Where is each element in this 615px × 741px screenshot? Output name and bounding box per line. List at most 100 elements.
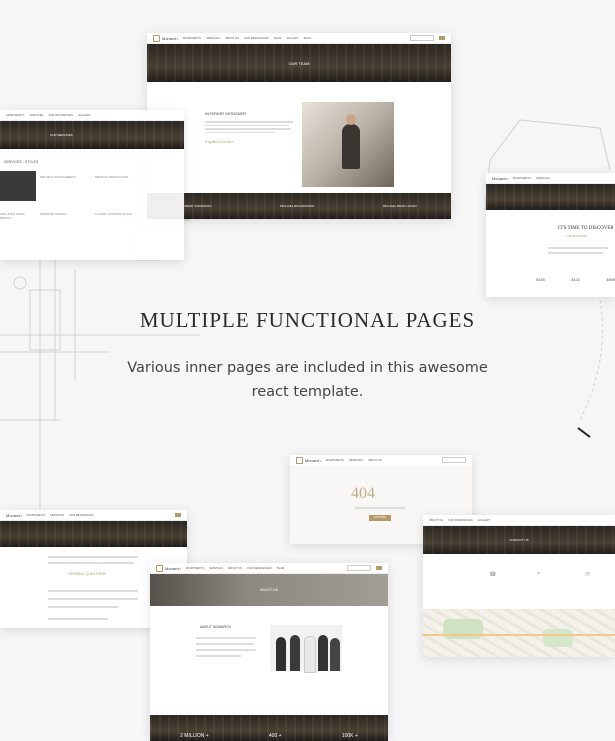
preview-team-page[interactable]: Monarch APARTMENTS SERVICES ABOUT US OUR… bbox=[147, 33, 451, 219]
nav-item: APARTMENTS bbox=[26, 513, 46, 517]
nav-item: ABOUT US bbox=[429, 518, 444, 522]
brand-name: Monarch bbox=[162, 35, 178, 41]
page-banner: ABOUT US bbox=[150, 574, 388, 606]
nav-item: SERVICES bbox=[206, 36, 220, 40]
brand-logo: Monarch bbox=[296, 456, 321, 464]
nav-item: ABOUT US bbox=[224, 36, 239, 40]
stat-item: MICHAEL BRAD LOGAN bbox=[382, 204, 417, 208]
search-button bbox=[175, 513, 181, 517]
nav-item: OUR RESIDENCES bbox=[243, 36, 269, 40]
service-item: PROJECT MANAGEMENT bbox=[40, 175, 77, 179]
search-button bbox=[376, 566, 382, 570]
phone-icon: ☎ bbox=[489, 572, 497, 578]
preview-nav: ABOUT US OUR RESIDENCES GALLERY bbox=[423, 515, 615, 526]
stat-item: ROBERT ANDERSON bbox=[181, 204, 212, 208]
nav-item: OUR RESIDENCES bbox=[68, 513, 94, 517]
brand-name: Monarch bbox=[165, 565, 181, 571]
go-home-button: GO HOME bbox=[369, 515, 391, 521]
search-input bbox=[410, 35, 434, 41]
search-button bbox=[439, 36, 445, 40]
map bbox=[423, 609, 615, 657]
brand-logo: Monarch bbox=[156, 564, 181, 572]
coming-subtitle: THE BUILDING bbox=[566, 234, 588, 238]
nav-item: APARTMENTS bbox=[6, 113, 25, 117]
preview-nav: Monarch APARTMENTS SERVICES ABOUT US OUR… bbox=[147, 33, 451, 44]
nav-item: SERVICES bbox=[50, 513, 64, 517]
nav-item: GALLERY bbox=[286, 36, 299, 40]
service-item: ARCHITECTURAL DESIGN bbox=[0, 212, 26, 220]
nav-item: APARTMENTS bbox=[512, 176, 532, 180]
preview-nav: APARTMENTS SERVICES OUR RESIDENCES GALLE… bbox=[0, 110, 184, 121]
preview-nav: Monarch APARTMENTS SERVICES ABOUT US OUR… bbox=[150, 563, 388, 574]
brand-name: Monarch bbox=[6, 512, 22, 518]
team-photo bbox=[270, 625, 342, 673]
nav-item: TEAM bbox=[273, 36, 282, 40]
service-item: INTERIOR DESIGN bbox=[40, 212, 67, 216]
section-title: INTERIOR DESIGNER bbox=[205, 111, 247, 116]
logo-mark-icon bbox=[153, 34, 160, 42]
preview-coming-soon-page[interactable]: Monarch APARTMENTS SERVICES IT'S TIME TO… bbox=[486, 173, 615, 297]
brand-name: Monarch bbox=[492, 175, 508, 181]
counter: 3422 bbox=[571, 277, 580, 282]
stat-item: MICHAEL RICHARDSON bbox=[280, 204, 315, 208]
banner-title: CONTACT US bbox=[509, 538, 529, 542]
nav-item: GALLERY bbox=[78, 113, 91, 117]
description-line: react template. bbox=[251, 384, 364, 400]
banner-title: OUR SERVICES bbox=[50, 133, 73, 137]
banner-title: OUR TEAM bbox=[288, 60, 310, 66]
nav-item: ABOUT US bbox=[227, 566, 242, 570]
nav-item: ABOUT US bbox=[367, 458, 382, 462]
page-banner: CONTACT US bbox=[423, 526, 615, 554]
section-title: SERVICES - STYLES bbox=[4, 160, 39, 164]
page-banner: OUR SERVICES bbox=[0, 121, 184, 149]
description-line: Various inner pages are included in this… bbox=[127, 360, 488, 376]
banner-title: ABOUT US bbox=[260, 588, 278, 592]
nav-item: OUR RESIDENCES bbox=[246, 566, 272, 570]
stat-item: 2 MILLION + bbox=[180, 733, 209, 739]
service-item: LUXURY CONSTRUCTION bbox=[95, 212, 133, 216]
brand-logo: Monarch bbox=[492, 176, 508, 181]
nav-item: SERVICES bbox=[29, 113, 44, 117]
brand-logo: Monarch bbox=[153, 34, 178, 42]
stat-item: 100K + bbox=[341, 733, 358, 739]
nav-item: GALLERY bbox=[477, 518, 491, 522]
brand-name: Monarch bbox=[305, 457, 321, 463]
error-code: 404 bbox=[351, 485, 375, 502]
coming-title: IT'S TIME TO DISCOVER bbox=[558, 226, 614, 231]
nav-item: APARTMENTS bbox=[325, 458, 345, 462]
logo-mark-icon bbox=[296, 456, 303, 464]
nav-item: SERVICES bbox=[209, 566, 223, 570]
search-input bbox=[347, 565, 371, 571]
counter: 4895 bbox=[606, 277, 615, 282]
location-icon: ⌖ bbox=[537, 571, 541, 577]
page-banner bbox=[486, 184, 615, 210]
preview-nav: Monarch APARTMENTS SERVICES OUR RESIDENC… bbox=[0, 510, 187, 521]
description: Various inner pages are included in this… bbox=[0, 356, 615, 404]
nav-item: OUR RESIDENCES bbox=[448, 518, 473, 522]
service-item: MEDICAL SPECIALISTS bbox=[95, 175, 129, 179]
mail-icon: ✉ bbox=[585, 572, 591, 578]
faq-title: GENERAL QUESTIONS bbox=[68, 572, 107, 576]
nav-item: APARTMENTS bbox=[182, 36, 202, 40]
preview-contact-page[interactable]: ABOUT US OUR RESIDENCES GALLERY CONTACT … bbox=[423, 515, 615, 657]
counter-row: 5495 3422 4895 bbox=[536, 277, 615, 282]
preview-services-page[interactable]: APARTMENTS SERVICES OUR RESIDENCES GALLE… bbox=[0, 110, 184, 260]
nav-item: BLOG bbox=[303, 36, 312, 40]
stats-strip: ROBERT ANDERSON MICHAEL RICHARDSON MICHA… bbox=[147, 193, 451, 219]
search-input bbox=[442, 457, 466, 463]
service-tile-active bbox=[0, 171, 36, 201]
stat-item: 400 + bbox=[268, 733, 282, 739]
logo-mark-icon bbox=[156, 564, 163, 572]
page-banner bbox=[0, 521, 187, 547]
brand-logo: Monarch bbox=[6, 513, 22, 518]
headline: MULTIPLE FUNCTIONAL PAGES bbox=[139, 308, 476, 332]
nav-item: OUR RESIDENCES bbox=[48, 113, 74, 117]
signature: Sophia Carter bbox=[205, 139, 234, 144]
preview-nav: Monarch APARTMENTS SERVICES bbox=[486, 173, 615, 184]
preview-about-page[interactable]: Monarch APARTMENTS SERVICES ABOUT US OUR… bbox=[150, 563, 388, 741]
page-banner: OUR TEAM bbox=[147, 44, 451, 82]
counter: 5495 bbox=[536, 277, 545, 282]
stats-strip: 2 MILLION + 400 + 100K + bbox=[150, 715, 388, 741]
nav-item: APARTMENTS bbox=[185, 566, 205, 570]
nav-item: SERVICES bbox=[536, 176, 550, 180]
